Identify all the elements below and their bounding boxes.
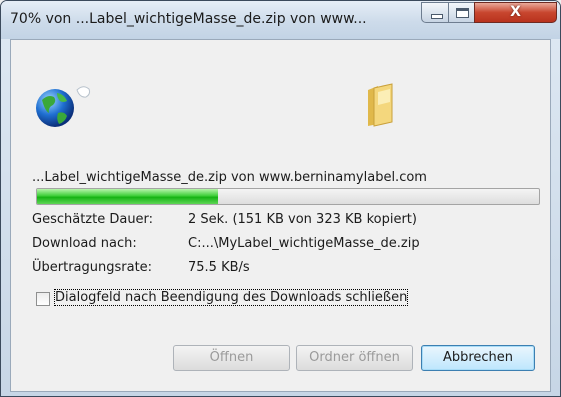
minimize-button[interactable] (421, 2, 449, 23)
detail-label: Übertragungsrate: (32, 260, 153, 275)
close-icon: X (510, 4, 521, 20)
detail-label: Geschätzte Dauer: (32, 212, 154, 227)
open-folder-button[interactable]: Ordner öffnen (296, 345, 413, 371)
download-progress-bar (36, 188, 540, 205)
close-on-complete-checkbox[interactable] (36, 292, 50, 306)
cancel-button[interactable]: Abbrechen (421, 345, 535, 371)
window-title: 70% von ...Label_wichtigeMasse_de.zip vo… (10, 11, 367, 27)
source-file-label: ...Label_wichtigeMasse_de.zip von www.be… (32, 170, 427, 185)
progress-fill (37, 189, 218, 204)
download-dialog: 70% von ...Label_wichtigeMasse_de.zip vo… (0, 0, 561, 397)
close-button[interactable]: X (474, 2, 557, 23)
close-on-complete-label[interactable]: Dialogfeld nach Beendigung des Downloads… (53, 289, 409, 306)
folder-icon (368, 83, 393, 127)
detail-value: C:...\MyLabel_wichtigeMasse_de.zip (188, 236, 420, 251)
globe-icon (36, 86, 91, 127)
title-bar[interactable]: 70% von ...Label_wichtigeMasse_de.zip vo… (1, 1, 560, 39)
maximize-icon (456, 8, 469, 18)
maximize-button[interactable] (448, 2, 475, 23)
detail-value: 75.5 KB/s (188, 260, 250, 275)
minimize-icon (431, 14, 443, 19)
detail-label: Download nach: (32, 236, 137, 251)
caption-buttons: X (421, 2, 557, 24)
detail-value: 2 Sek. (151 KB von 323 KB kopiert) (188, 212, 417, 227)
dialog-body: ...Label_wichtigeMasse_de.zip von www.be… (10, 39, 551, 392)
open-button[interactable]: Öffnen (173, 345, 290, 371)
